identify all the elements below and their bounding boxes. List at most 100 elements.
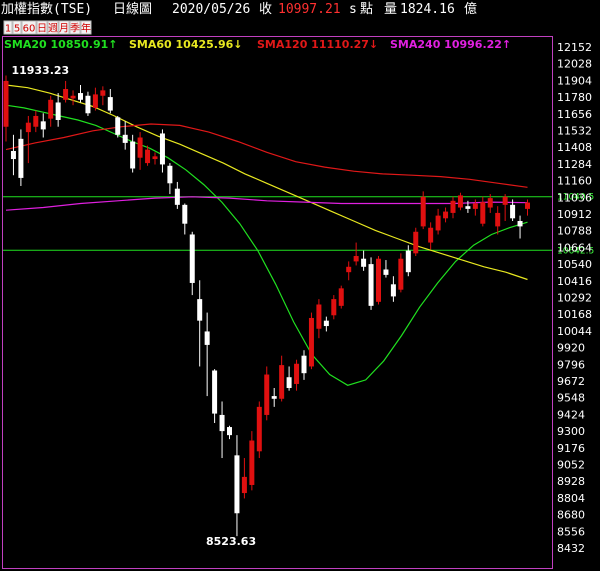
candle-body	[70, 95, 76, 99]
candle	[241, 458, 247, 499]
candle	[420, 191, 426, 230]
y-tick-label: 11780	[557, 91, 592, 104]
candle-body	[55, 102, 61, 120]
candle	[10, 134, 16, 176]
candle-body	[204, 331, 210, 345]
legend-sma20: SMA20 10850.91↑	[4, 38, 118, 51]
candle-body	[25, 122, 31, 133]
y-tick-label: 10912	[557, 208, 592, 221]
candle-body	[428, 227, 434, 243]
candle	[212, 369, 218, 424]
tab-週[interactable]: 週	[47, 20, 59, 35]
candle-body	[361, 258, 367, 267]
candle	[279, 355, 285, 402]
candle-body	[159, 133, 165, 165]
candle	[234, 435, 240, 537]
candle	[92, 87, 98, 111]
tab-label: 季	[70, 23, 80, 35]
tab-月[interactable]: 月	[58, 20, 70, 35]
candle-body	[63, 89, 69, 100]
candle	[100, 86, 106, 106]
candle	[323, 316, 329, 332]
tab-1[interactable]: 1	[3, 20, 13, 35]
candle	[361, 250, 367, 271]
candle	[331, 295, 337, 320]
candle-body	[383, 269, 389, 275]
candle	[376, 256, 381, 305]
candle	[33, 110, 39, 133]
tab-label: 60	[23, 24, 36, 35]
candle-body	[167, 165, 173, 184]
candle	[25, 115, 31, 164]
candle-body	[457, 195, 463, 208]
candle-body	[443, 211, 449, 219]
candle	[457, 192, 463, 211]
candle	[159, 129, 165, 173]
candle	[152, 152, 158, 165]
candle	[167, 163, 173, 195]
tab-label: 週	[48, 23, 58, 35]
candle-body	[413, 231, 419, 254]
y-tick-label: 8804	[557, 492, 585, 505]
candle	[204, 312, 210, 397]
candle	[472, 199, 478, 216]
candle	[398, 253, 404, 293]
candle-body	[174, 188, 180, 205]
legend-sma60: SMA60 10425.96↓	[129, 38, 243, 51]
tab-季[interactable]: 季	[69, 20, 81, 35]
y-tick-label: 10664	[557, 241, 592, 254]
candle	[428, 222, 434, 250]
candle-body	[3, 80, 9, 127]
candle-body	[137, 137, 143, 158]
candle-body	[495, 212, 501, 227]
candle-body	[145, 149, 151, 164]
candle-body	[234, 455, 240, 514]
y-tick-label: 11160	[557, 175, 592, 188]
candle-body	[420, 196, 426, 227]
candle-body	[316, 304, 322, 329]
candle	[137, 132, 143, 170]
candle	[48, 95, 54, 127]
candle-body	[107, 97, 113, 111]
y-tick-label: 10416	[557, 275, 592, 288]
candle	[435, 208, 441, 235]
tab-60[interactable]: 60	[21, 20, 37, 35]
candle-body	[18, 138, 24, 178]
candle-body	[465, 206, 471, 209]
y-tick-label: 8556	[557, 525, 585, 538]
chart-frame	[2, 36, 553, 569]
tab-5[interactable]: 5	[12, 20, 22, 35]
sma240-line	[5, 196, 528, 211]
candle	[63, 80, 69, 103]
candle-body	[85, 95, 91, 114]
candle-body	[152, 156, 158, 160]
candle-body	[227, 427, 232, 436]
candle-body	[331, 299, 337, 316]
candle	[308, 312, 314, 370]
y-tick-label: 10788	[557, 225, 592, 238]
candle	[174, 181, 180, 209]
candle	[390, 276, 396, 302]
candle-body	[48, 99, 54, 119]
candle-body	[294, 363, 300, 384]
candle	[368, 257, 374, 310]
candle-body	[10, 150, 16, 160]
candle	[316, 299, 322, 339]
candle-body	[308, 317, 314, 367]
tab-日[interactable]: 日	[36, 20, 48, 35]
candle-body	[435, 215, 441, 231]
candle-body	[286, 377, 292, 389]
y-tick-label: 11408	[557, 141, 592, 154]
y-tick-label: 10292	[557, 292, 592, 305]
tab-label: 日	[37, 24, 47, 35]
candle	[182, 203, 188, 235]
candle-body	[398, 258, 404, 290]
candle	[450, 196, 456, 219]
candle	[346, 261, 352, 281]
y-tick-label: 10540	[557, 258, 592, 271]
tab-年[interactable]: 年	[80, 20, 92, 35]
candle	[115, 115, 121, 138]
candle	[70, 90, 76, 106]
y-tick-label: 11284	[557, 158, 592, 171]
candle-body	[405, 250, 411, 273]
